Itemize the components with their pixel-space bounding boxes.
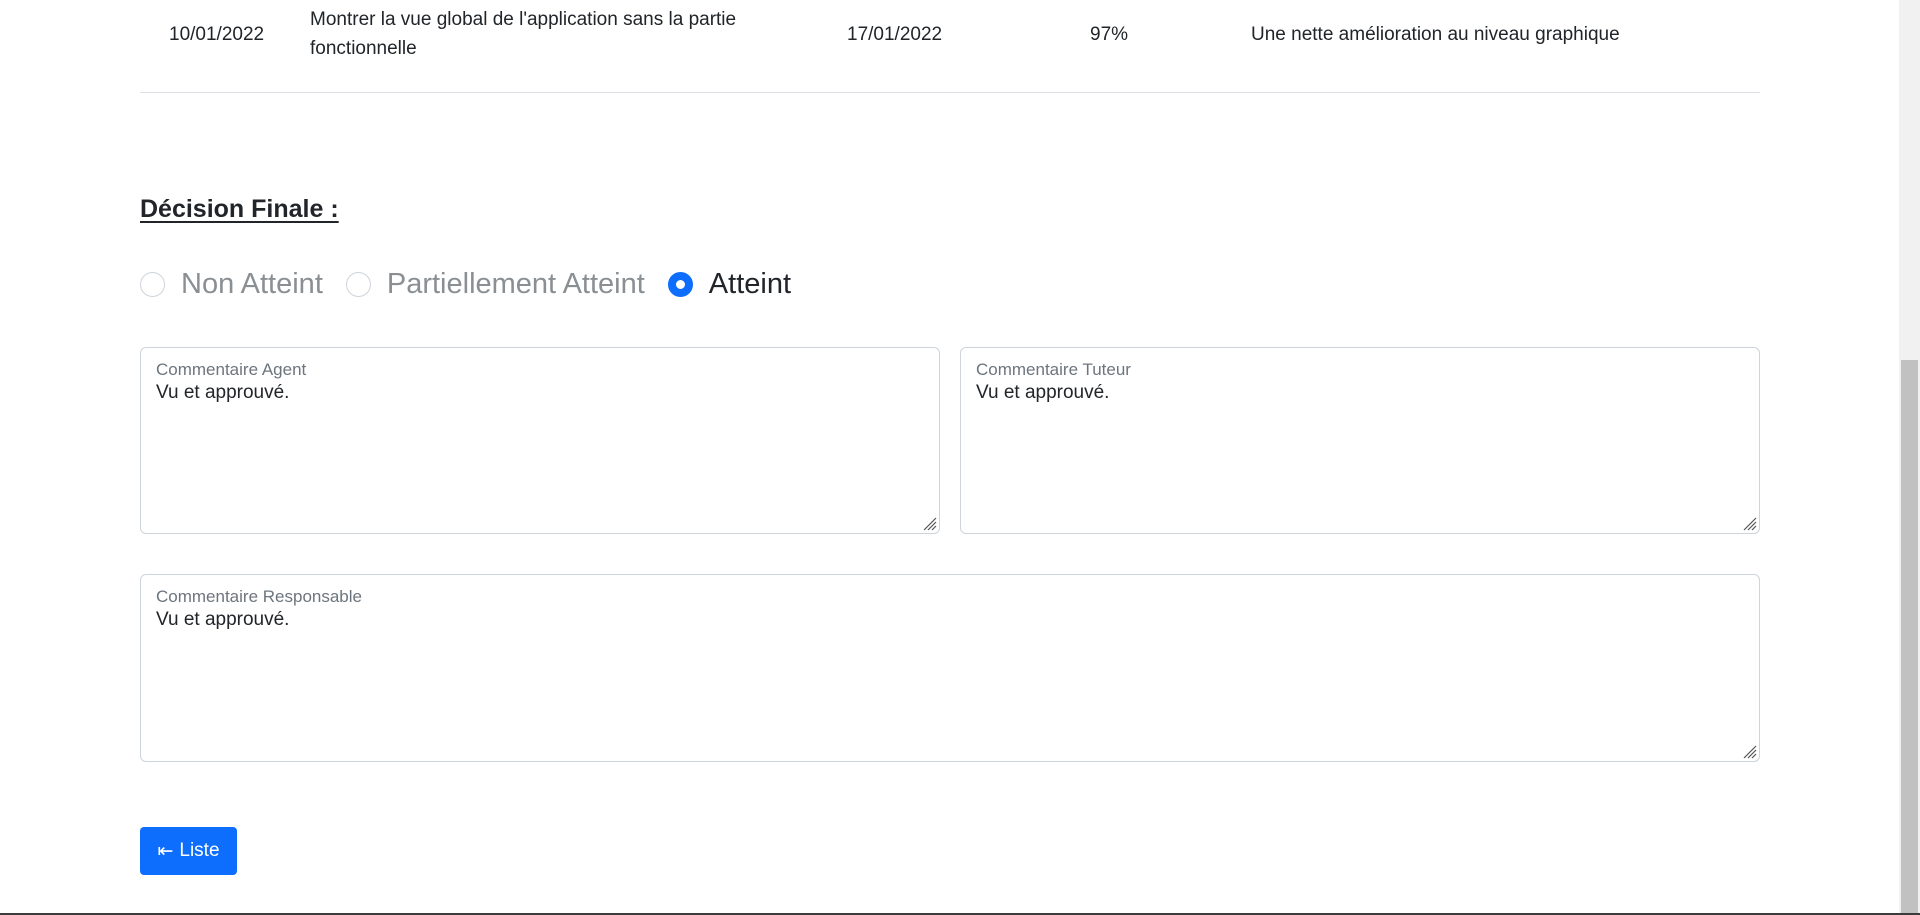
commentaire-responsable-label: Commentaire Responsable <box>156 587 362 606</box>
radio-button-atteint[interactable] <box>667 271 693 297</box>
radio-label-non-atteint: Non Atteint <box>181 267 323 300</box>
radio-button-non-atteint[interactable] <box>140 271 165 297</box>
main-container: 10/01/2022 Montrer la vue global de l'ap… <box>140 0 1760 875</box>
cell-date-end: 17/01/2022 <box>847 24 943 45</box>
liste-button-label: Liste <box>179 840 220 861</box>
commentaire-agent-field[interactable]: Commentaire Agent Vu et approuvé. <box>140 347 940 534</box>
decision-title: Décision Finale : <box>140 195 339 223</box>
radio-partiellement-atteint[interactable]: Partiellement Atteint <box>345 267 645 301</box>
radio-label-partiellement-atteint: Partiellement Atteint <box>386 267 645 300</box>
radio-button-partiellement-atteint[interactable] <box>345 271 371 297</box>
table-row: 10/01/2022 Montrer la vue global de l'ap… <box>140 0 1760 93</box>
decision-radio-group: Non Atteint Partiellement Atteint Attein… <box>140 262 814 306</box>
cell-description: Montrer la vue global de l'application s… <box>310 9 737 59</box>
radio-atteint[interactable]: Atteint <box>667 267 792 301</box>
commentaire-agent-value[interactable]: Vu et approuvé. <box>156 382 289 404</box>
commentaire-responsable-value[interactable]: Vu et approuvé. <box>156 609 289 631</box>
resize-grip-icon[interactable] <box>1741 743 1757 759</box>
page: 10/01/2022 Montrer la vue global de l'ap… <box>0 0 1899 913</box>
liste-button[interactable]: ⇤ Liste <box>140 827 237 875</box>
arrow-left-to-line-icon: ⇤ <box>157 840 174 862</box>
commentaire-responsable-field[interactable]: Commentaire Responsable Vu et approuvé. <box>140 574 1760 762</box>
radio-non-atteint[interactable]: Non Atteint <box>140 268 323 301</box>
resize-grip-icon[interactable] <box>1741 515 1757 531</box>
commentaire-tuteur-value[interactable]: Vu et approuvé. <box>976 382 1109 404</box>
cell-comment: Une nette amélioration au niveau graphiq… <box>1251 24 1620 45</box>
scrollbar-thumb[interactable] <box>1901 360 1918 913</box>
commentaire-agent-label: Commentaire Agent <box>156 360 307 379</box>
resize-grip-icon[interactable] <box>921 515 937 531</box>
commentaire-tuteur-label: Commentaire Tuteur <box>976 360 1131 379</box>
commentaire-tuteur-field[interactable]: Commentaire Tuteur Vu et approuvé. <box>960 347 1760 534</box>
vertical-scrollbar[interactable] <box>1899 0 1920 913</box>
cell-date-start: 10/01/2022 <box>169 24 265 45</box>
cell-percent: 97% <box>1090 24 1129 45</box>
radio-label-atteint: Atteint <box>708 267 792 300</box>
